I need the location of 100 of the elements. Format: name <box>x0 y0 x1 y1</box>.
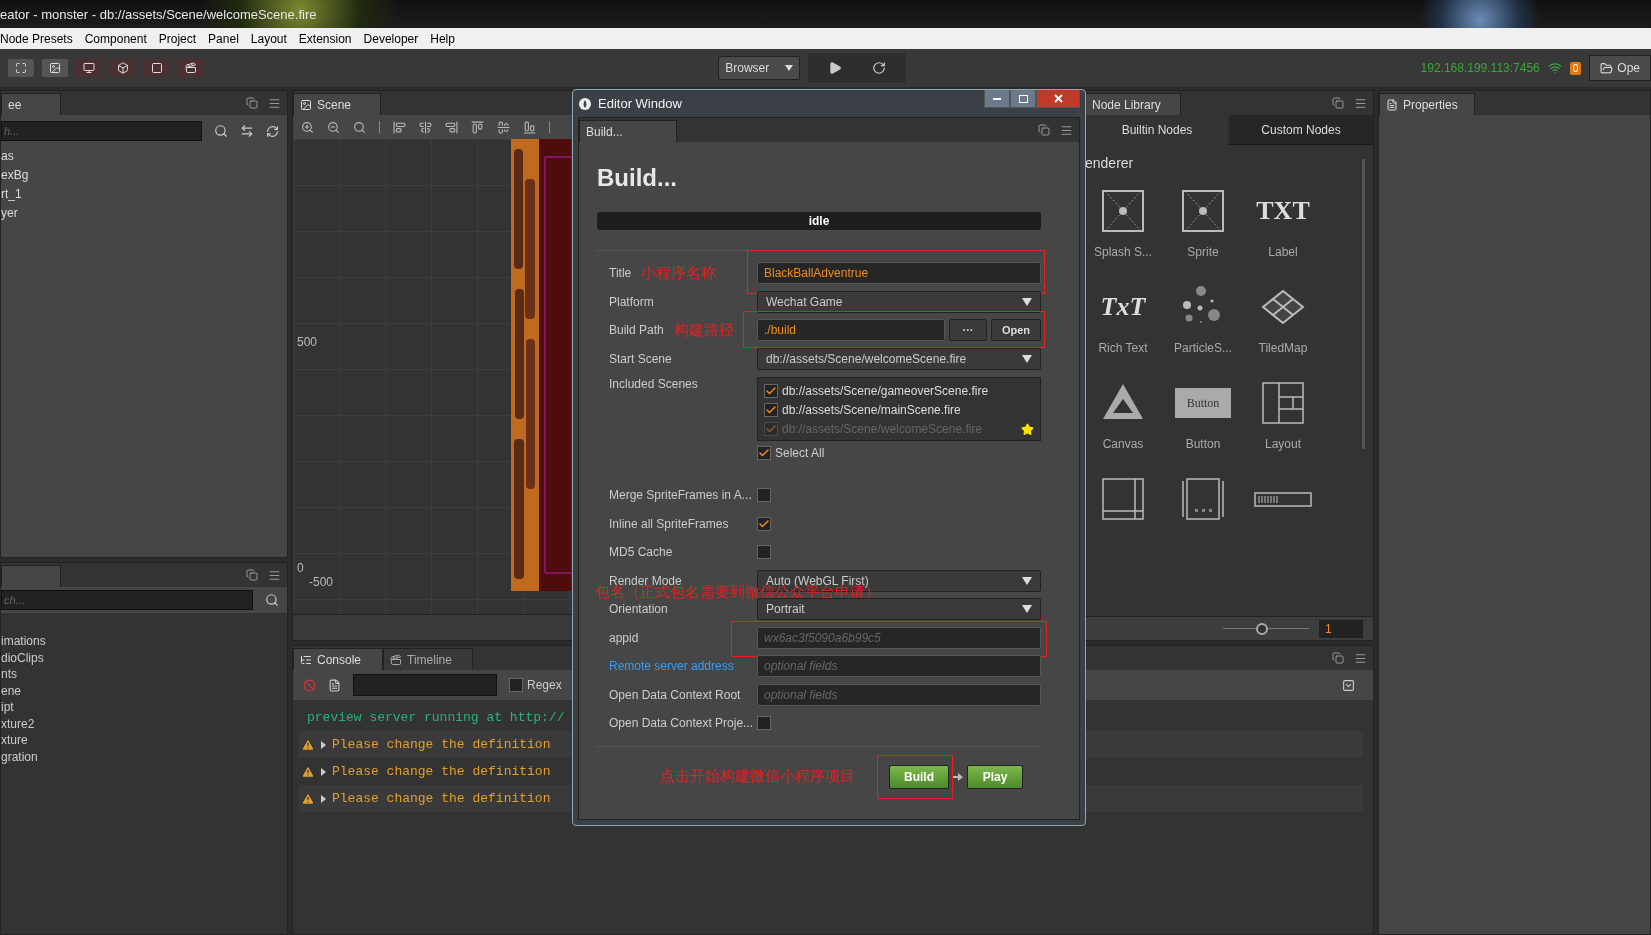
log-line: preview server running at http:// <box>307 710 565 725</box>
tab[interactable]: Timeline <box>383 648 473 670</box>
menu-item[interactable]: Project <box>158 31 197 46</box>
checkbox[interactable] <box>757 516 771 531</box>
search-icon[interactable] <box>265 593 279 607</box>
tree-item[interactable]: rt_1 <box>1 185 287 204</box>
checkbox[interactable] <box>757 716 771 731</box>
menu-item[interactable]: Help <box>430 31 455 46</box>
frame-icon[interactable] <box>42 59 68 77</box>
search-icon[interactable] <box>214 124 228 138</box>
select-field[interactable]: Portrait <box>757 598 1041 621</box>
align-center-icon[interactable] <box>497 120 510 134</box>
search-field[interactable]: h... <box>1 121 202 141</box>
panel-tab[interactable]: Node Library <box>1085 93 1181 115</box>
checkbox[interactable] <box>757 488 771 503</box>
panel-tab[interactable]: Build... <box>579 120 677 142</box>
text-field[interactable]: BlackBallAdventrue <box>757 262 1041 285</box>
panel-tab[interactable]: ee <box>1 93 61 115</box>
align-left-icon[interactable] <box>471 120 484 134</box>
properties-icon <box>1386 98 1398 111</box>
square-icon[interactable] <box>144 59 170 77</box>
platform-select[interactable]: Browser <box>718 56 801 80</box>
menu-item[interactable]: Node Presets <box>0 31 73 46</box>
panel-tab[interactable]: Properties <box>1379 93 1475 115</box>
search-icon[interactable] <box>353 120 366 134</box>
align-top-icon[interactable] <box>393 120 406 134</box>
checkbox[interactable] <box>757 545 771 560</box>
asset-item[interactable]: ene <box>1 682 287 699</box>
asset-item[interactable]: ipt <box>1 699 287 716</box>
align-right-icon[interactable] <box>523 120 536 134</box>
app-logo-icon <box>578 96 592 111</box>
zoom-in-icon[interactable] <box>301 120 314 134</box>
asset-item[interactable]: xture2 <box>1 715 287 732</box>
tab[interactable]: Console <box>293 648 383 670</box>
checkbox[interactable] <box>757 446 771 460</box>
text-field[interactable]: optional fields <box>757 683 1041 706</box>
menu-icon[interactable] <box>268 568 281 582</box>
menu-icon[interactable] <box>1060 123 1073 137</box>
asset-item[interactable]: imations <box>1 633 287 650</box>
tab[interactable]: Custom Nodes <box>1229 115 1373 145</box>
document-icon[interactable] <box>328 678 341 692</box>
server-address[interactable]: 192.168.199.113:7456 <box>1420 61 1540 75</box>
page-heading: Build... <box>597 164 678 192</box>
search-field[interactable]: ch... <box>1 590 253 610</box>
asset-item[interactable]: gration <box>1 748 287 765</box>
swap-icon[interactable] <box>240 124 254 138</box>
checkbox[interactable] <box>764 403 778 417</box>
tree-item[interactable]: yer <box>1 204 287 223</box>
warning-icon <box>301 764 315 779</box>
zoom-value[interactable]: 1 <box>1319 619 1363 638</box>
popout-icon[interactable] <box>1332 96 1344 109</box>
txt-icon[interactable]: TXT <box>1256 189 1310 233</box>
browse-button[interactable]: ··· <box>949 319 987 342</box>
tree-item[interactable]: exBg <box>1 166 287 185</box>
path-field[interactable]: ./build <box>757 319 945 342</box>
menu-icon[interactable] <box>268 96 281 110</box>
tree-item[interactable]: as <box>1 147 287 166</box>
select-field[interactable]: Wechat Game <box>757 290 1041 313</box>
select-field[interactable]: db://assets/Scene/welcomeScene.fire <box>757 347 1041 370</box>
menu-icon[interactable] <box>1354 651 1367 665</box>
popout-icon[interactable] <box>246 96 258 109</box>
filter-field[interactable] <box>353 674 497 696</box>
popout-icon[interactable] <box>1038 123 1050 136</box>
fit-icon[interactable] <box>8 59 34 77</box>
menu-item[interactable]: Component <box>84 31 147 46</box>
menu-icon[interactable] <box>1354 96 1367 110</box>
menu-item[interactable]: Layout <box>250 31 287 46</box>
node-label: Canvas <box>1102 437 1144 451</box>
rich-text-icon[interactable]: TxT <box>1100 285 1146 329</box>
maximize-button[interactable] <box>1010 90 1036 108</box>
open-button[interactable]: Ope <box>1589 55 1651 81</box>
zoom-out-icon[interactable] <box>327 120 340 134</box>
menu-item[interactable]: Panel <box>208 31 239 46</box>
minimize-button[interactable] <box>984 90 1010 108</box>
text-field[interactable]: optional fields <box>757 655 1041 678</box>
open-button[interactable]: Open <box>991 319 1041 342</box>
node-label: Sprite <box>1187 245 1219 259</box>
align-bottom-icon[interactable] <box>445 120 458 134</box>
arrow-icon <box>953 771 963 782</box>
button-node-icon[interactable]: Button <box>1175 388 1231 418</box>
popout-icon[interactable] <box>1332 651 1344 664</box>
asset-item[interactable]: nts <box>1 666 287 683</box>
menu-item[interactable]: Extension <box>298 31 352 46</box>
asset-item[interactable]: xture <box>1 732 287 749</box>
tab[interactable]: Builtin Nodes <box>1085 115 1229 145</box>
node-label: Layout <box>1265 437 1301 451</box>
collapse-icon[interactable] <box>1342 678 1355 692</box>
slider-thumb[interactable] <box>1255 622 1268 635</box>
text-field[interactable]: wx6ac3f5090a6b99c5 <box>757 626 1041 649</box>
display-icon[interactable] <box>76 59 102 77</box>
close-button[interactable] <box>1036 90 1080 108</box>
asset-item[interactable]: dioClips <box>1 649 287 666</box>
menu-item[interactable]: Developer <box>363 31 419 46</box>
refresh-icon[interactable] <box>266 124 279 138</box>
popout-icon[interactable] <box>246 568 258 581</box>
checkbox[interactable] <box>509 678 523 692</box>
annotation-note: 小程序名称 <box>641 263 717 283</box>
panel-tab[interactable]: Scene <box>293 93 381 115</box>
align-middle-icon[interactable] <box>419 120 432 134</box>
checkbox[interactable] <box>764 384 778 398</box>
